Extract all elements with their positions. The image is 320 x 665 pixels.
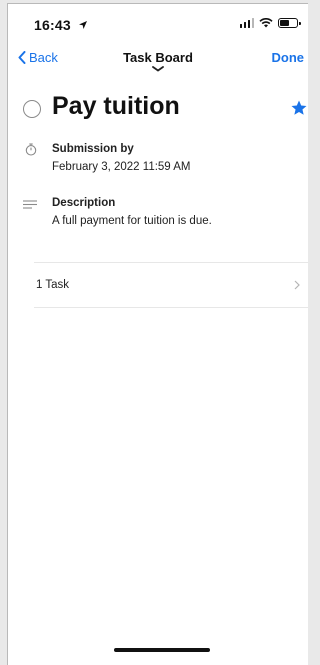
submission-row: Submission by February 3, 2022 11:59 AM <box>8 143 308 183</box>
location-arrow-icon <box>78 21 87 29</box>
task-title: Pay tuition <box>52 92 180 120</box>
status-time-text: 16:43 <box>34 17 71 33</box>
done-button[interactable]: Done <box>272 50 305 65</box>
status-time: 16:43 <box>34 17 88 33</box>
submission-date: February 3, 2022 11:59 AM <box>52 161 191 173</box>
navigation-bar: Back Task Board Done <box>8 44 308 74</box>
description-row: Description A full payment for tuition i… <box>8 197 308 237</box>
divider <box>34 307 308 308</box>
description-text: A full payment for tuition is due. <box>52 215 212 227</box>
circle-checkbox-icon[interactable] <box>23 100 41 118</box>
stopwatch-icon <box>25 143 37 156</box>
wifi-icon <box>259 18 273 28</box>
subtasks-row[interactable]: 1 Task <box>8 263 308 308</box>
chevron-right-icon <box>294 280 300 290</box>
star-icon[interactable] <box>290 99 308 117</box>
nav-title: Task Board <box>123 50 193 65</box>
text-lines-icon <box>23 200 37 209</box>
status-icons <box>239 18 301 28</box>
task-header: Pay tuition <box>8 92 308 132</box>
description-label: Description <box>52 197 116 209</box>
cellular-signal-icon <box>239 18 254 28</box>
app-window: 16:43 Back Task Board Done Pay tuition S… <box>7 3 308 665</box>
home-indicator[interactable] <box>114 648 210 652</box>
submission-label: Submission by <box>52 143 134 155</box>
pull-handle-icon[interactable] <box>152 66 164 72</box>
status-bar: 16:43 <box>8 4 308 44</box>
subtasks-label: 1 Task <box>36 279 70 291</box>
battery-icon <box>278 18 301 28</box>
